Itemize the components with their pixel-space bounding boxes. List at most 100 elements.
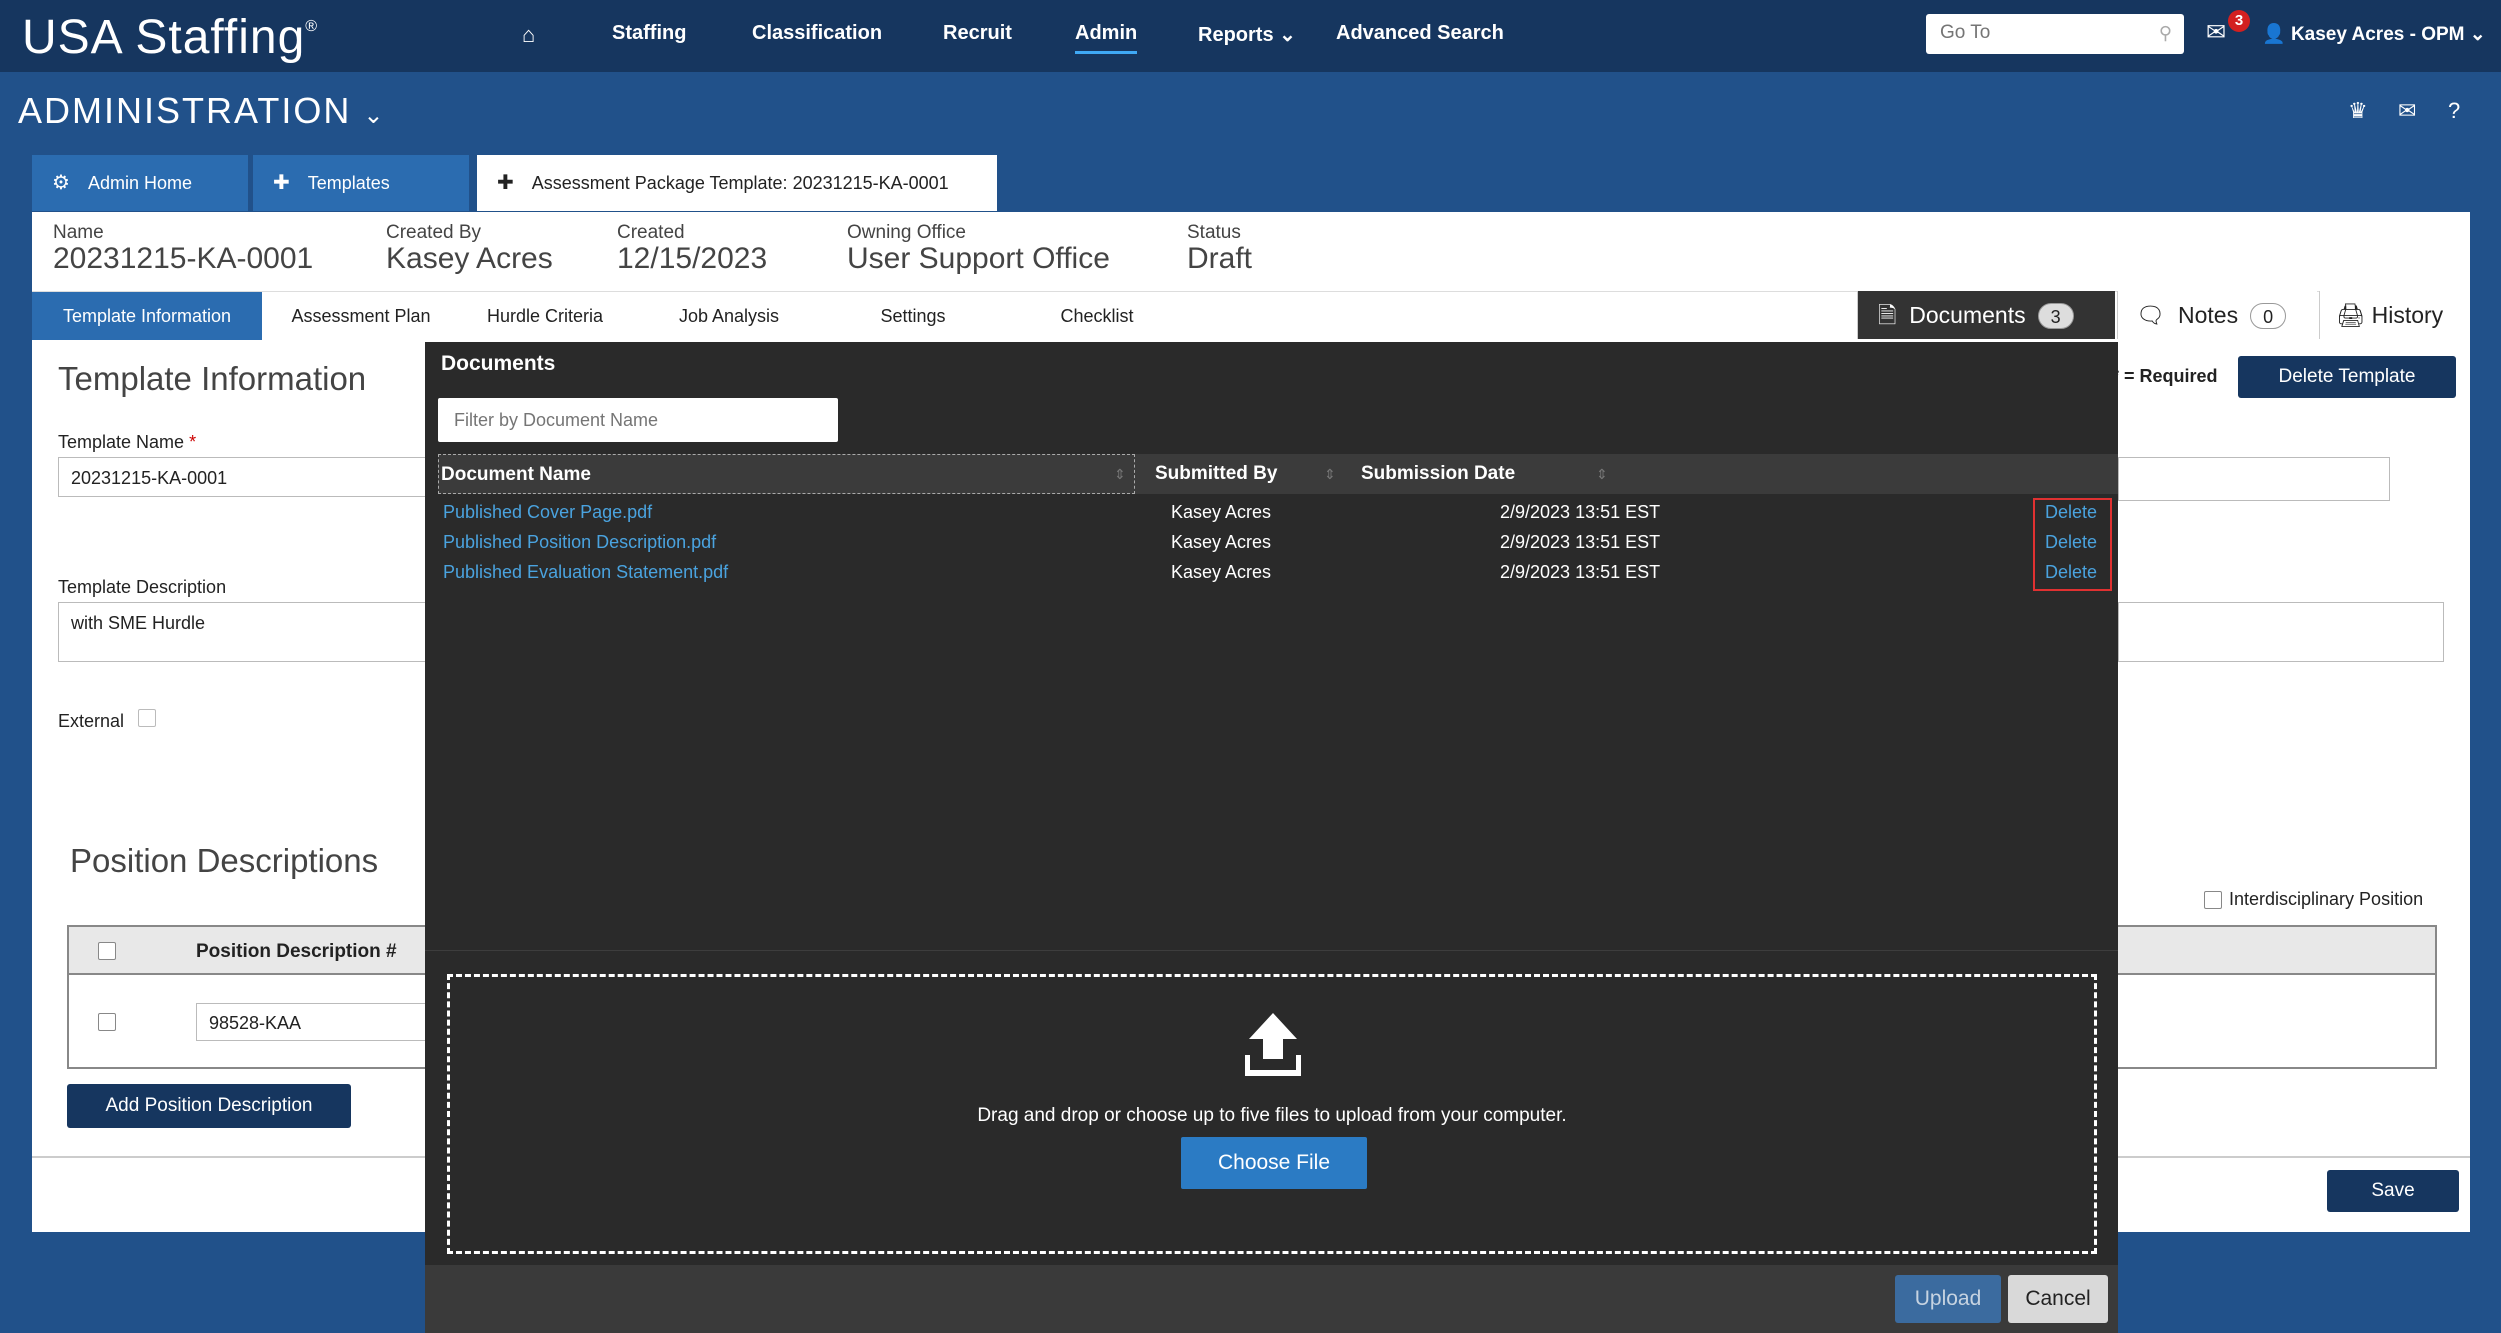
interdisciplinary-checkbox[interactable] [2204, 891, 2222, 909]
document-filter-input[interactable] [438, 398, 838, 442]
tab-assessment-package-template[interactable]: ✚ Assessment Package Template: 20231215-K… [477, 155, 997, 211]
gear-icon: ⚙ [52, 172, 70, 194]
add-position-description-button[interactable]: Add Position Description [67, 1084, 351, 1128]
tab-notes[interactable]: 🗨 Notes 0 [2117, 291, 2317, 339]
template-name-input-right[interactable] [2118, 457, 2390, 501]
table-row: Published Cover Page.pdf Kasey Acres 2/9… [425, 497, 2118, 527]
file-dropzone[interactable]: Drag and drop or choose up to five files… [447, 974, 2097, 1254]
name-label: Name [53, 222, 104, 243]
document-link[interactable]: Published Position Description.pdf [443, 527, 716, 557]
column-submission-date[interactable]: Submission Date [1361, 454, 1515, 494]
nav-admin[interactable]: Admin [1075, 22, 1138, 54]
comment-icon: 🗨 [2136, 302, 2166, 328]
column-document-name[interactable]: Document Name [438, 454, 1135, 494]
step-checklist[interactable]: Checklist [1012, 292, 1182, 340]
table-row: Published Evaluation Statement.pdf Kasey… [425, 557, 2118, 587]
pd-row-checkbox[interactable] [98, 1013, 116, 1031]
nav-classification[interactable]: Classification [752, 22, 882, 45]
created-value: 12/15/2023 [617, 242, 768, 275]
step-settings[interactable]: Settings [828, 292, 998, 340]
submission-date-cell: 2/9/2023 13:51 EST [1500, 532, 1661, 552]
name-value: 20231215-KA-0001 [53, 242, 314, 275]
pd-number-input[interactable]: 98528-KAA [196, 1003, 426, 1041]
documents-table-header: Document Name ⇕ Submitted By ⇕ Submissio… [438, 454, 2118, 494]
document-link[interactable]: Published Cover Page.pdf [443, 497, 652, 527]
save-button[interactable]: Save [2327, 1170, 2459, 1212]
nav-staffing[interactable]: Staffing [612, 22, 686, 45]
status-value: Draft [1187, 242, 1253, 275]
sort-icon[interactable]: ⇕ [1324, 454, 1336, 494]
document-link[interactable]: Published Evaluation Statement.pdf [443, 557, 728, 587]
created-by-label: Created By [386, 222, 482, 243]
column-submitted-by[interactable]: Submitted By [1155, 454, 1277, 494]
created-by-value: Kasey Acres [386, 242, 553, 275]
template-description-label: Template Description [58, 577, 227, 597]
interdisciplinary-label: Interdisciplinary Position [2229, 889, 2424, 909]
template-name-label: Template Name * [58, 432, 197, 452]
created-label: Created [617, 222, 685, 243]
external-checkbox[interactable] [138, 709, 156, 727]
sort-icon[interactable]: ⇕ [1114, 454, 1126, 494]
submission-date-cell: 2/9/2023 13:51 EST [1500, 562, 1661, 582]
dropzone-text: Drag and drop or choose up to five files… [977, 1105, 1567, 1126]
owning-office-value: User Support Office [847, 242, 1110, 275]
choose-file-button[interactable]: Choose File [1181, 1137, 1367, 1189]
pd-select-all-checkbox[interactable] [98, 942, 116, 960]
required-note: * = Required [2112, 366, 2218, 386]
owning-office-label: Owning Office [847, 222, 966, 243]
tab-documents[interactable]: 🗎 Documents 3 [1857, 291, 2115, 339]
page-title[interactable]: ADMINISTRATION ⌄ [18, 90, 385, 132]
goto-input[interactable] [1926, 14, 2136, 52]
chevron-down-icon: ⌄ [363, 102, 386, 129]
app-logo[interactable]: USA Staffing® [22, 10, 318, 65]
user-icon: 👤 [2262, 24, 2286, 45]
status-label: Status [1187, 222, 1241, 243]
upload-icon [1245, 1013, 1301, 1076]
tab-admin-home[interactable]: ⚙ Admin Home [32, 155, 248, 211]
nav-recruit[interactable]: Recruit [943, 22, 1012, 45]
home-icon[interactable]: ⌂ [522, 22, 535, 48]
external-label: External [58, 711, 125, 731]
modal-footer: Upload Cancel [425, 1265, 2118, 1333]
goto-search[interactable]: ⚲ [1926, 14, 2184, 54]
tab-templates[interactable]: ✚ Templates [253, 155, 469, 211]
mail-count-badge: 3 [2228, 10, 2250, 32]
step-job-analysis[interactable]: Job Analysis [644, 292, 814, 340]
chat-icon[interactable]: ✉ [2398, 98, 2416, 124]
crown-icon[interactable]: ♛ [2348, 98, 2368, 124]
printer-icon: 🖨 [2336, 302, 2366, 328]
documents-modal: Documents Document Name ⇕ Submitted By ⇕… [425, 342, 2118, 1333]
submitted-by-cell: Kasey Acres [1171, 502, 1272, 522]
search-icon[interactable]: ⚲ [2159, 23, 2172, 44]
chevron-down-icon: ⌄ [1279, 24, 1296, 46]
chevron-down-icon: ⌄ [2469, 24, 2486, 45]
documents-count: 3 [2037, 303, 2074, 329]
position-descriptions-title: Position Descriptions [70, 842, 379, 879]
template-description-input[interactable]: with SME Hurdle [58, 602, 428, 662]
template-description-input-right[interactable] [2118, 602, 2444, 662]
puzzle-icon: ✚ [273, 172, 290, 194]
sort-icon[interactable]: ⇕ [1596, 454, 1608, 494]
user-menu[interactable]: 👤 Kasey Acres - OPM ⌄ [2262, 22, 2486, 46]
step-assessment-plan[interactable]: Assessment Plan [276, 292, 446, 340]
document-icon: 🗎 [1878, 302, 1897, 328]
submitted-by-cell: Kasey Acres [1171, 532, 1272, 552]
pd-column-header: Position Description # [196, 941, 397, 962]
mail-icon[interactable]: ✉ [2206, 18, 2226, 47]
tab-history[interactable]: 🖨 History [2319, 291, 2470, 339]
nav-advanced-search[interactable]: Advanced Search [1336, 22, 1504, 45]
table-row: Published Position Description.pdf Kasey… [425, 527, 2118, 557]
submitted-by-cell: Kasey Acres [1171, 562, 1272, 582]
step-hurdle-criteria[interactable]: Hurdle Criteria [460, 292, 630, 340]
puzzle-icon: ✚ [497, 172, 514, 194]
nav-reports[interactable]: Reports ⌄ [1198, 22, 1296, 47]
template-name-input[interactable]: 20231215-KA-0001 [58, 457, 428, 497]
modal-title: Documents [441, 352, 556, 375]
upload-button[interactable]: Upload [1895, 1275, 2001, 1323]
step-template-information[interactable]: Template Information [32, 292, 262, 340]
cancel-button[interactable]: Cancel [2008, 1275, 2108, 1323]
delete-template-button[interactable]: Delete Template [2238, 356, 2456, 398]
highlight-box [2033, 498, 2112, 591]
help-icon[interactable]: ? [2448, 98, 2460, 124]
top-navbar: USA Staffing® ⌂ Staffing Classification … [0, 0, 2501, 72]
